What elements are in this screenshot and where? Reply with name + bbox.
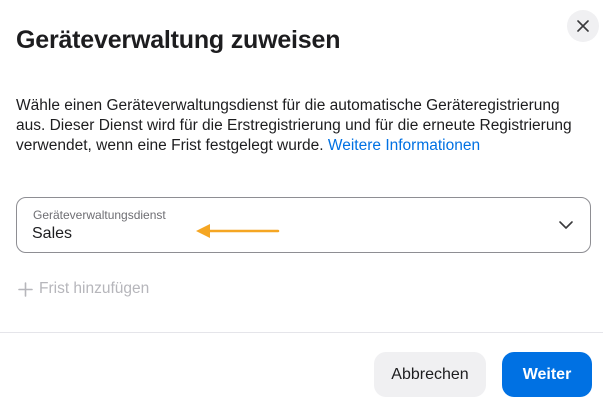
select-label: Geräteverwaltungsdienst xyxy=(33,208,166,222)
learn-more-link[interactable]: Weitere Informationen xyxy=(328,137,480,154)
select-value: Sales xyxy=(32,225,73,242)
dialog-title: Geräteverwaltung zuweisen xyxy=(16,26,341,54)
close-button[interactable] xyxy=(567,10,599,42)
add-deadline-label: Frist hinzufügen xyxy=(39,280,150,297)
assign-device-management-dialog: Geräteverwaltung zuweisen Wähle einen Ge… xyxy=(0,0,603,408)
footer-divider xyxy=(0,332,603,333)
add-deadline-button[interactable]: Frist hinzufügen xyxy=(18,280,149,298)
dialog-description: Wähle einen Geräteverwaltungsdienst für … xyxy=(16,96,591,156)
chevron-down-icon xyxy=(559,221,573,229)
description-text: Wähle einen Geräteverwaltungsdienst für … xyxy=(16,97,572,154)
device-management-service-select[interactable]: Geräteverwaltungsdienst Sales xyxy=(16,197,591,253)
annotation-arrow-icon xyxy=(196,224,280,238)
cancel-button[interactable]: Abbrechen xyxy=(374,352,486,397)
continue-button[interactable]: Weiter xyxy=(502,352,592,397)
plus-icon xyxy=(18,281,33,297)
close-icon xyxy=(577,20,589,32)
